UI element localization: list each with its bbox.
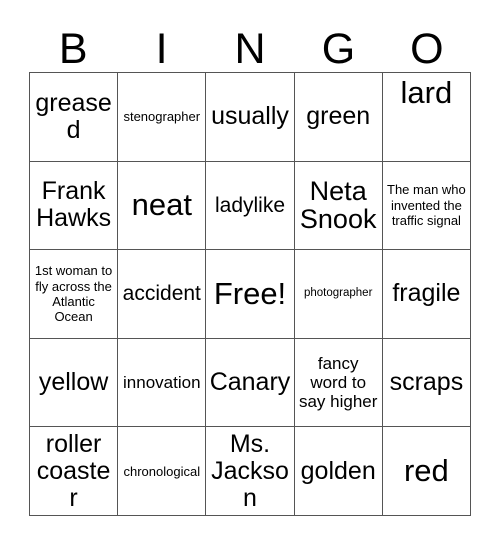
bingo-cell-label: stenographer (123, 109, 201, 125)
bingo-cell-label: Frank Hawks (36, 177, 112, 233)
bingo-cell[interactable]: scraps (382, 338, 471, 428)
bingo-cell[interactable]: green (294, 73, 383, 162)
bingo-cell[interactable]: yellow (30, 338, 119, 428)
bingo-cell-label: roller coaster (36, 429, 111, 512)
bingo-card: B I N G O greased stenographer usually gree… (0, 0, 500, 544)
bingo-cell[interactable]: accident (118, 250, 207, 339)
bingo-cell[interactable]: Free! (206, 250, 295, 339)
header-letter-b: B (58, 25, 88, 73)
bingo-cell-label: scraps (389, 368, 464, 397)
bingo-cell-label: fragile (392, 279, 461, 308)
bingo-cell[interactable]: roller coaster (30, 427, 119, 516)
bingo-cell[interactable]: greased (30, 73, 119, 162)
bingo-cell-label: Neta Snook (299, 176, 377, 235)
header-letter-o: O (410, 25, 444, 73)
bingo-cell-label: chronological (123, 463, 201, 479)
bingo-cell[interactable]: fragile (382, 250, 471, 339)
bingo-cell[interactable]: 1st woman to fly across the Atlantic Oce… (30, 250, 119, 339)
bingo-cell-label: red (403, 452, 449, 488)
bingo-cell-label: yellow (38, 368, 109, 397)
bingo-cell-label: Canary (209, 368, 291, 397)
bingo-cell-label: golden (300, 456, 376, 485)
bingo-cell-label: Ms. Jackson (211, 429, 289, 512)
bingo-cell-label: photographer (303, 287, 373, 300)
bingo-cell[interactable]: ladylike (206, 161, 295, 251)
header-letter-g: G (321, 25, 356, 73)
bingo-cell-label: greased (35, 88, 112, 144)
bingo-cell[interactable]: neat (118, 161, 207, 251)
bingo-cell-label: green (306, 102, 371, 131)
bingo-cell[interactable]: The man who invented the traffic signal (382, 161, 471, 251)
header-letter-i: I (155, 25, 168, 73)
bingo-cell[interactable]: Frank Hawks (30, 161, 119, 251)
bingo-cell[interactable]: innovation (118, 338, 207, 428)
bingo-cell-label: fancy word to say higher (298, 354, 378, 412)
header-letter-n: N (234, 25, 266, 73)
bingo-grid: greased stenographer usually green lard Frank… (29, 72, 471, 516)
bingo-cell[interactable]: Neta Snook (294, 161, 383, 251)
bingo-cell[interactable]: fancy word to say higher (294, 338, 383, 428)
bingo-cell-label: The man who invented the traffic signal (387, 182, 466, 229)
bingo-cell[interactable]: Ms. Jackson (206, 427, 295, 516)
bingo-cell-label: accident (122, 282, 201, 306)
bingo-header-row: B I N G O (29, 18, 471, 72)
bingo-cell[interactable]: chronological (118, 427, 207, 516)
bingo-cell-label: neat (131, 187, 192, 223)
bingo-cell[interactable]: photographer (294, 250, 383, 339)
bingo-cell-label: Free! (213, 275, 287, 311)
bingo-cell-label: 1st woman to fly across the Atlantic Oce… (34, 263, 113, 325)
bingo-cell[interactable]: Canary (206, 338, 295, 428)
bingo-cell-label: usually (211, 102, 289, 131)
bingo-cell-label: ladylike (214, 193, 286, 217)
bingo-cell[interactable]: stenographer (118, 73, 207, 162)
bingo-cell[interactable]: usually (206, 73, 295, 162)
bingo-cell-label: innovation (123, 373, 201, 393)
bingo-cell[interactable]: golden (294, 427, 383, 516)
bingo-cell[interactable]: red (382, 427, 471, 516)
bingo-cell-label: lard (400, 75, 453, 110)
bingo-cell[interactable]: lard (382, 73, 471, 162)
